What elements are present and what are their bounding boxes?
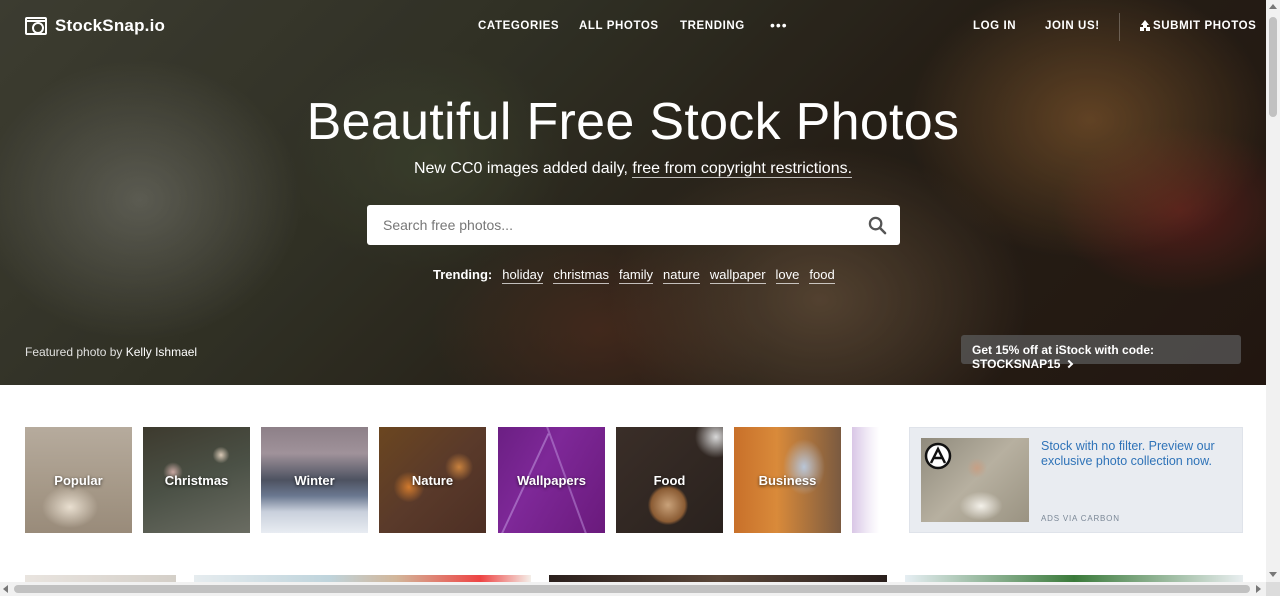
vertical-scrollbar[interactable] <box>1266 0 1280 582</box>
trending-tags: Trending: holiday christmas family natur… <box>433 267 835 284</box>
nav-divider <box>1119 13 1120 41</box>
nav-join[interactable]: JOIN US! <box>1045 20 1100 32</box>
upload-icon <box>1140 20 1150 30</box>
nav-submit-photos[interactable]: SUBMIT PHOTOS <box>1140 20 1256 32</box>
category-label: Christmas <box>164 472 229 488</box>
trend-tag[interactable]: food <box>809 267 835 284</box>
scroll-up-arrow-icon[interactable] <box>1269 4 1277 9</box>
site-logo[interactable]: StockSnap.io <box>25 16 165 36</box>
horizontal-scroll-thumb[interactable] <box>14 585 1250 593</box>
category-tile-christmas[interactable]: Christmas <box>143 427 250 533</box>
chevron-right-icon <box>1065 359 1074 369</box>
nav-all-photos[interactable]: ALL PHOTOS <box>579 20 659 32</box>
promo-label: Get 15% off at iStock with code: STOCKSN… <box>972 343 1155 371</box>
carbon-logo-icon <box>924 442 952 470</box>
ad-text[interactable]: Stock with no filter. Preview our exclus… <box>1041 439 1231 469</box>
copyright-link[interactable]: free from copyright restrictions. <box>632 160 853 178</box>
category-tile-partial[interactable] <box>852 427 879 533</box>
featured-author-link[interactable]: Kelly Ishmael <box>126 345 197 359</box>
category-tile-food[interactable]: Food <box>616 427 723 533</box>
hero-section: StockSnap.io CATEGORIES ALL PHOTOS TREND… <box>0 0 1266 385</box>
submit-label: SUBMIT PHOTOS <box>1153 20 1257 32</box>
scroll-right-arrow-icon[interactable] <box>1256 585 1261 593</box>
trend-tag[interactable]: christmas <box>553 267 610 284</box>
nav-more-menu[interactable]: ••• <box>770 17 788 33</box>
nav-categories[interactable]: CATEGORIES <box>478 20 559 32</box>
category-label: Food <box>653 472 686 488</box>
category-label: Business <box>758 472 817 488</box>
trend-tag[interactable]: wallpaper <box>709 267 766 284</box>
camera-icon <box>25 17 47 35</box>
category-tile-wallpapers[interactable]: Wallpapers <box>498 427 605 533</box>
horizontal-scrollbar[interactable] <box>0 582 1266 596</box>
search-box <box>367 205 900 245</box>
category-label: Winter <box>294 472 335 488</box>
top-navbar: StockSnap.io CATEGORIES ALL PHOTOS TREND… <box>0 0 1266 54</box>
category-label: Wallpapers <box>517 472 586 488</box>
hero-subtitle: New CC0 images added daily, free from co… <box>0 160 1266 178</box>
nav-trending[interactable]: TRENDING <box>680 20 745 32</box>
category-tile-business[interactable]: Business <box>734 427 841 533</box>
category-tile-winter[interactable]: Winter <box>261 427 368 533</box>
ad-via-label[interactable]: ADS VIA CARBON <box>1041 514 1120 523</box>
search-input[interactable] <box>367 205 847 245</box>
istock-promo-button[interactable]: Get 15% off at iStock with code: STOCKSN… <box>961 335 1241 371</box>
featured-credit: Featured photo by Kelly Ishmael <box>25 345 197 359</box>
trend-tag[interactable]: love <box>775 267 800 284</box>
subtitle-text: New CC0 images added daily, <box>413 160 633 177</box>
search-icon[interactable] <box>868 216 887 235</box>
scrollbar-corner <box>1266 582 1280 596</box>
scroll-down-arrow-icon[interactable] <box>1269 572 1277 577</box>
trend-tag[interactable]: family <box>619 267 653 284</box>
trend-tag[interactable]: holiday <box>502 267 544 284</box>
category-tile-popular[interactable]: Popular <box>25 427 132 533</box>
nav-login[interactable]: LOG IN <box>973 20 1016 32</box>
category-tile-nature[interactable]: Nature <box>379 427 486 533</box>
hero-title: Beautiful Free Stock Photos <box>306 93 960 151</box>
trending-label: Trending: <box>433 267 493 282</box>
category-label: Nature <box>411 472 454 488</box>
trend-tag[interactable]: nature <box>663 267 700 284</box>
featured-prefix: Featured photo by <box>25 345 126 359</box>
carbon-ad[interactable]: Stock with no filter. Preview our exclus… <box>909 427 1243 533</box>
scroll-left-arrow-icon[interactable] <box>3 585 8 593</box>
vertical-scroll-thumb[interactable] <box>1269 17 1277 117</box>
logo-text: StockSnap.io <box>55 16 166 35</box>
category-label: Popular <box>54 472 103 488</box>
